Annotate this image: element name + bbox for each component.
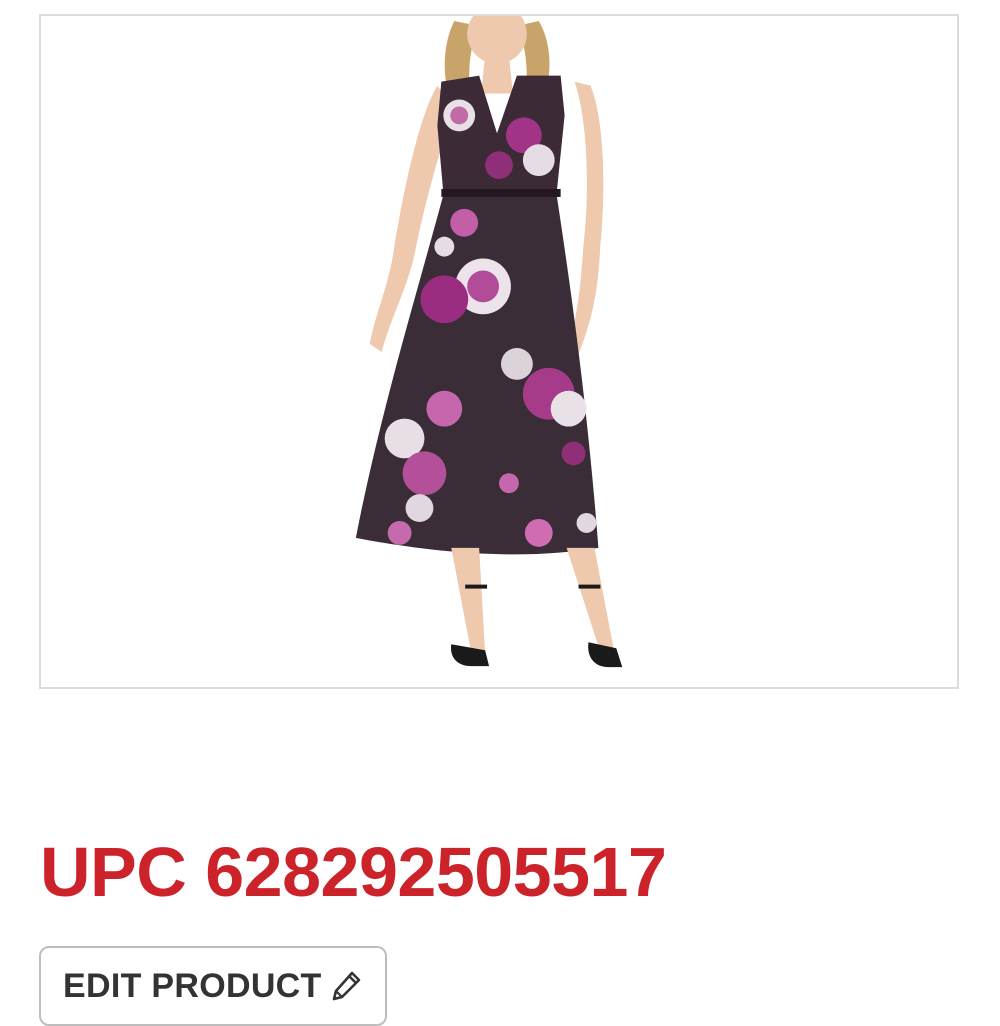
product-image-frame[interactable] (39, 14, 959, 689)
upc-code: UPC 628292505517 (40, 833, 667, 911)
product-photo (355, 16, 623, 668)
edit-product-label: EDIT PRODUCT (63, 967, 322, 1005)
pencil-icon (330, 970, 362, 1007)
edit-product-button[interactable]: EDIT PRODUCT (39, 946, 387, 1026)
